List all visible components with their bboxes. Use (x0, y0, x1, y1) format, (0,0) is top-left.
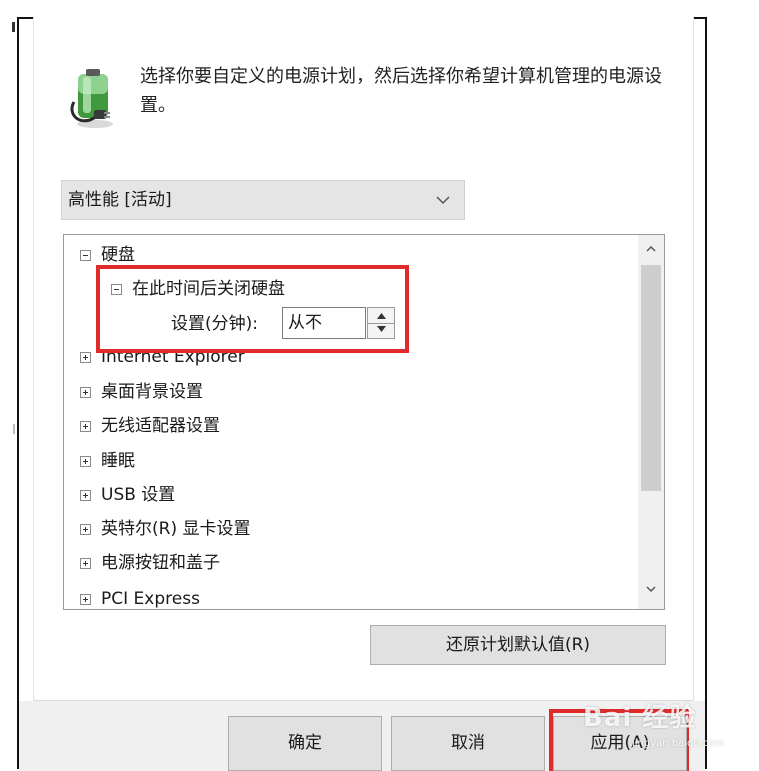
tree-item-hard-disk[interactable]: 硬盘 (80, 243, 135, 267)
tree-item-internet-explorer[interactable]: Internet Explorer (80, 345, 245, 369)
tree-item-label: 在此时间后关闭硬盘 (132, 279, 285, 299)
tree-item-turn-off-hard-disk[interactable]: 在此时间后关闭硬盘 (111, 277, 285, 301)
tree-item-label: 无线适配器设置 (101, 416, 220, 436)
tree-item-power-buttons-lid[interactable]: 电源按钮和盖子 (80, 551, 220, 575)
restore-defaults-button[interactable]: 还原计划默认值(R) (370, 625, 666, 665)
expand-icon[interactable] (80, 523, 91, 535)
battery-power-icon (70, 69, 113, 128)
tree-item-label: 睡眠 (101, 451, 135, 471)
expand-icon[interactable] (80, 593, 91, 605)
plan-description: 选择你要自定义的电源计划，然后选择你希望计算机管理的电源设置。 (140, 66, 662, 116)
scroll-down-icon[interactable] (646, 586, 656, 593)
tree-item-desktop-background[interactable]: 桌面背景设置 (80, 380, 203, 404)
scrollbar-thumb[interactable] (641, 265, 661, 491)
tree-item-label: 桌面背景设置 (101, 382, 203, 402)
scroll-up-icon[interactable] (646, 245, 656, 252)
expand-icon[interactable] (80, 489, 91, 501)
collapse-icon[interactable] (80, 249, 91, 261)
power-settings-tree[interactable]: 硬盘 在此时间后关闭硬盘 Internet Explorer 桌面背景设置 无线… (63, 234, 665, 610)
power-plan-value: 高性能 [活动] (68, 190, 172, 210)
expand-icon[interactable] (80, 455, 91, 467)
minutes-input[interactable]: 从不 (282, 307, 366, 339)
tree-item-label: PCI Express (101, 589, 200, 609)
power-plan-select[interactable]: 高性能 [活动] (61, 180, 465, 220)
tree-item-label: 硬盘 (101, 245, 135, 265)
baidu-watermark: Bai 经验 (583, 703, 697, 733)
edge-mark (12, 22, 15, 32)
expand-icon[interactable] (80, 557, 91, 569)
setting-minutes-label: 设置(分钟): (171, 314, 258, 334)
tree-item-label: USB 设置 (101, 485, 176, 505)
tree-item-label: 英特尔(R) 显卡设置 (101, 519, 251, 539)
tree-scrollbar[interactable] (638, 235, 664, 609)
spin-up-icon[interactable] (377, 313, 386, 319)
tree-item-wireless-adapter[interactable]: 无线适配器设置 (80, 414, 220, 438)
tree-item-label: Internet Explorer (101, 347, 245, 367)
cancel-button[interactable]: 取消 (391, 716, 545, 771)
spinner-divider (368, 323, 394, 324)
expand-icon[interactable] (80, 420, 91, 432)
expand-icon[interactable] (80, 386, 91, 398)
tree-item-usb[interactable]: USB 设置 (80, 483, 175, 507)
spin-down-icon[interactable] (377, 326, 386, 332)
expand-icon[interactable] (80, 351, 91, 363)
tree-item-intel-graphics[interactable]: 英特尔(R) 显卡设置 (80, 517, 250, 541)
collapse-icon[interactable] (111, 283, 122, 295)
chevron-down-icon (436, 196, 450, 205)
tree-item-label: 电源按钮和盖子 (101, 553, 220, 573)
edge-mark (13, 424, 15, 434)
tree-item-pci-express[interactable]: PCI Express (80, 587, 200, 609)
baidu-watermark-url: jingyan.baidu.com (632, 738, 725, 749)
tree-item-sleep[interactable]: 睡眠 (80, 449, 135, 473)
ok-button[interactable]: 确定 (228, 716, 382, 771)
minutes-spinner[interactable] (367, 307, 395, 339)
